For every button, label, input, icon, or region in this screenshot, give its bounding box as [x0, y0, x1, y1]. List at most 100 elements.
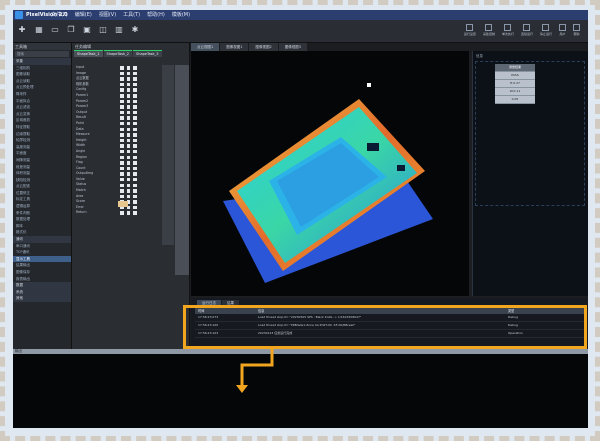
checkbox[interactable]: [120, 144, 124, 148]
checkbox[interactable]: [126, 66, 130, 70]
pointcloud-viewport[interactable]: [191, 51, 469, 296]
checkbox[interactable]: [133, 194, 137, 199]
checkbox[interactable]: [120, 172, 124, 176]
tab-shape-task-3[interactable]: ShapeTask_3: [133, 50, 162, 57]
menu-view[interactable]: 视图(V): [99, 10, 116, 20]
checkbox[interactable]: [133, 110, 137, 115]
tab-image-view-1[interactable]: 图像视图1: [220, 43, 249, 51]
checkbox[interactable]: [120, 177, 124, 182]
toolbox-item[interactable]: 段差测量: [13, 164, 71, 171]
checkbox[interactable]: [126, 71, 130, 76]
tab-pointcloud-view[interactable]: 点云视图1: [191, 43, 220, 51]
checkbox[interactable]: [133, 161, 137, 165]
checkbox[interactable]: [120, 116, 124, 120]
checkbox[interactable]: [126, 211, 130, 215]
toolbox-item[interactable]: 间隙测量: [13, 157, 71, 164]
checkbox[interactable]: [126, 121, 130, 126]
checkbox[interactable]: [133, 183, 137, 188]
toolbox-item[interactable]: 图像读取: [13, 71, 71, 78]
help-button[interactable]: 帮助: [573, 24, 580, 36]
checkbox[interactable]: [120, 99, 124, 104]
toolbox-item[interactable]: 系统: [13, 288, 71, 296]
checkbox[interactable]: [120, 66, 124, 70]
checkbox[interactable]: [126, 138, 130, 143]
checkbox[interactable]: [120, 149, 124, 154]
tab-image-view-2[interactable]: 图像视图2: [249, 43, 278, 51]
toolbox-item[interactable]: TCP通讯: [13, 249, 71, 256]
checkbox[interactable]: [133, 99, 137, 104]
toolbox-item[interactable]: 格式化: [13, 229, 71, 236]
checkbox[interactable]: [126, 88, 130, 92]
checkbox[interactable]: [120, 133, 124, 137]
toolbox-item[interactable]: 点云变换: [13, 111, 71, 118]
checkbox[interactable]: [120, 77, 124, 81]
checkbox[interactable]: [126, 194, 130, 199]
toolbox-item[interactable]: 区域裁剪: [13, 117, 71, 124]
checkbox[interactable]: [120, 138, 124, 143]
save-icon[interactable]: ▣: [83, 26, 91, 34]
stop-button[interactable]: 停止运行: [540, 24, 552, 36]
checkbox[interactable]: [126, 149, 130, 154]
toolbox-item[interactable]: 显示工具: [13, 255, 71, 263]
tab-image-view-3[interactable]: 图像视图3: [278, 43, 307, 51]
checkbox[interactable]: [133, 94, 137, 98]
toolbox-item[interactable]: 脚本: [13, 223, 71, 230]
toolbox-item[interactable]: 特征提取: [13, 124, 71, 131]
checkbox[interactable]: [126, 110, 130, 115]
user-button[interactable]: 用户: [559, 24, 566, 36]
toolbox-item[interactable]: 体积测量: [13, 170, 71, 177]
menu-help[interactable]: 帮助(H): [147, 10, 165, 20]
checkbox[interactable]: [120, 194, 124, 199]
checkbox[interactable]: [133, 66, 137, 70]
layout-icon[interactable]: ◫: [99, 26, 107, 34]
checkbox[interactable]: [126, 94, 130, 98]
open-folder-icon[interactable]: ▭: [51, 26, 59, 34]
menu-edit[interactable]: 编辑(E): [75, 10, 92, 20]
checkbox[interactable]: [120, 166, 124, 171]
checkbox[interactable]: [126, 99, 130, 104]
toolbox-search-input[interactable]: 搜索: [15, 51, 69, 57]
toolbox-item[interactable]: 轮廓检测: [13, 137, 71, 144]
checkbox[interactable]: [133, 211, 137, 215]
checkbox[interactable]: [120, 183, 124, 188]
checkbox[interactable]: [120, 155, 124, 160]
menu-file[interactable]: 文件(F): [51, 10, 68, 20]
checkbox[interactable]: [133, 166, 137, 171]
checkbox[interactable]: [126, 166, 130, 171]
checkbox[interactable]: [126, 127, 130, 132]
checkbox[interactable]: [120, 82, 124, 87]
checkbox[interactable]: [133, 133, 137, 137]
checkbox[interactable]: [120, 94, 124, 98]
checkbox[interactable]: [126, 105, 130, 109]
toolbox-item[interactable]: 降采样: [13, 91, 71, 98]
checkbox[interactable]: [133, 205, 137, 210]
toolbox-item[interactable]: 报表输出: [13, 276, 71, 283]
checkbox[interactable]: [120, 71, 124, 76]
toolbox-item[interactable]: 逻辑运算: [13, 203, 71, 210]
checkbox[interactable]: [126, 116, 130, 120]
checkbox[interactable]: [126, 183, 130, 188]
toolbox-item[interactable]: 点云读取: [13, 78, 71, 85]
checkbox[interactable]: [133, 127, 137, 132]
toolbox-item[interactable]: 点云预处理: [13, 84, 71, 91]
run-once-button[interactable]: 单次执行: [502, 24, 514, 36]
toolbox-item[interactable]: 标定工具: [13, 196, 71, 203]
checkbox[interactable]: [133, 177, 137, 182]
toolbox-item[interactable]: 点云配准: [13, 183, 71, 190]
checkbox[interactable]: [133, 189, 137, 193]
checkbox[interactable]: [133, 71, 137, 76]
checkbox[interactable]: [120, 127, 124, 132]
toolbox-item[interactable]: 数据处理: [13, 216, 71, 223]
checkbox[interactable]: [120, 88, 124, 92]
checkbox[interactable]: [133, 200, 137, 204]
toolbox-item[interactable]: 平面拟合: [13, 98, 71, 105]
new-file-icon[interactable]: ✚: [18, 26, 26, 34]
tab-shape-task-2[interactable]: ShapeTask_2: [103, 50, 132, 57]
checkbox[interactable]: [120, 121, 124, 126]
checkbox[interactable]: [133, 116, 137, 120]
checkbox[interactable]: [126, 155, 130, 160]
checkbox[interactable]: [133, 105, 137, 109]
checkbox[interactable]: [133, 138, 137, 143]
menu-tools[interactable]: 工具(T): [123, 10, 140, 20]
toolbox-item[interactable]: 图像保存: [13, 269, 71, 276]
